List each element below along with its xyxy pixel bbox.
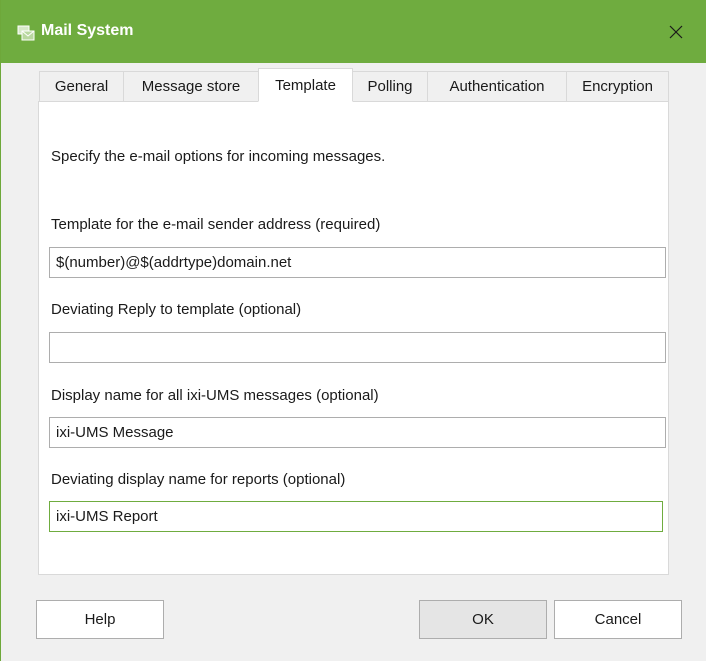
tab-encryption[interactable]: Encryption	[566, 71, 669, 101]
tab-template[interactable]: Template	[258, 68, 353, 102]
cancel-button[interactable]: Cancel	[554, 600, 682, 639]
close-button[interactable]	[653, 14, 699, 50]
tab-message-store[interactable]: Message store	[123, 71, 259, 101]
display-name-input[interactable]	[49, 417, 666, 448]
title-bar: Mail System	[1, 0, 706, 63]
report-display-name-label: Deviating display name for reports (opti…	[51, 471, 346, 488]
sender-template-input[interactable]	[49, 247, 666, 278]
tab-authentication[interactable]: Authentication	[427, 71, 567, 101]
template-tab-panel: Specify the e-mail options for incoming …	[38, 101, 669, 575]
sender-template-label: Template for the e-mail sender address (…	[51, 216, 381, 233]
tab-polling[interactable]: Polling	[352, 71, 428, 101]
reply-template-input[interactable]	[49, 332, 666, 363]
report-display-name-input[interactable]	[49, 501, 663, 532]
close-icon	[669, 25, 683, 39]
tab-general[interactable]: General	[39, 71, 124, 101]
window-title: Mail System	[41, 22, 134, 39]
reply-template-label: Deviating Reply to template (optional)	[51, 301, 302, 318]
mail-system-icon	[17, 25, 35, 41]
mail-system-dialog: Mail System General Message store Templa…	[0, 0, 706, 661]
intro-text: Specify the e-mail options for incoming …	[51, 148, 386, 165]
help-button[interactable]: Help	[36, 600, 164, 639]
ok-button[interactable]: OK	[419, 600, 547, 639]
display-name-label: Display name for all ixi-UMS messages (o…	[51, 387, 379, 404]
